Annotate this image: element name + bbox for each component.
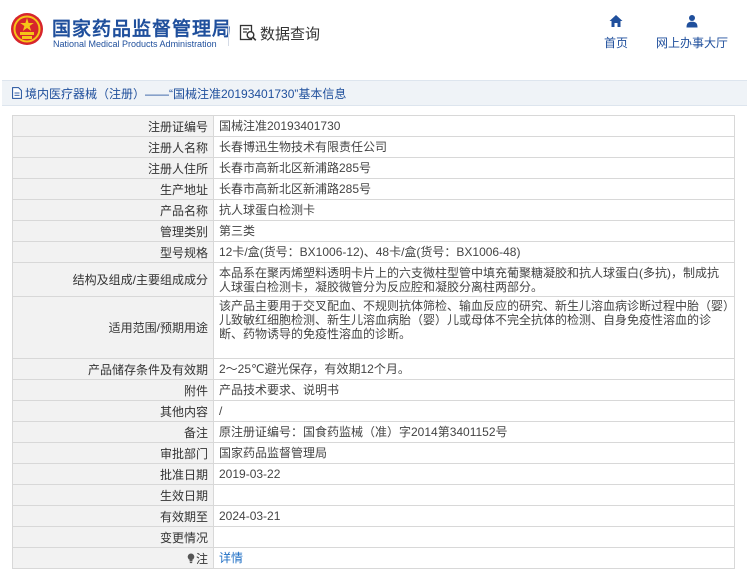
table-row: 变更情况 bbox=[12, 526, 735, 548]
row-label: 生效日期 bbox=[12, 484, 214, 506]
row-label: 有效期至 bbox=[12, 505, 214, 527]
table-row: 管理类别 第三类 bbox=[12, 220, 735, 242]
table-row: 产品储存条件及有效期 2～25℃避光保存，有效期12个月。 bbox=[12, 358, 735, 380]
data-query-label[interactable]: 数据查询 bbox=[239, 23, 320, 43]
row-label: 管理类别 bbox=[12, 220, 214, 242]
row-value: 原注册证编号：国食药监械（准）字2014第3401152号 bbox=[213, 421, 735, 443]
row-label: 备注 bbox=[12, 421, 214, 443]
row-value: 长春市高新北区新浦路285号 bbox=[213, 157, 735, 179]
row-label: 型号规格 bbox=[12, 241, 214, 263]
table-row: 生效日期 bbox=[12, 484, 735, 506]
row-value: 产品技术要求、说明书 bbox=[213, 379, 735, 401]
row-value: 12卡/盒(货号：BX1006-12)、48卡/盒(货号：BX1006-48) bbox=[213, 241, 735, 263]
note-label-text: 注 bbox=[195, 551, 208, 566]
lightbulb-icon bbox=[187, 553, 195, 563]
row-value bbox=[213, 526, 735, 548]
table-row: 审批部门 国家药品监督管理局 bbox=[12, 442, 735, 464]
row-value: 2～25℃避光保存，有效期12个月。 bbox=[213, 358, 735, 380]
row-label: 产品名称 bbox=[12, 199, 214, 221]
national-emblem-icon bbox=[11, 13, 43, 45]
table-row: 注册人名称 长春博迅生物技术有限责任公司 bbox=[12, 136, 735, 158]
row-value: 该产品主要用于交叉配血、不规则抗体筛检、输血反应的研究、新生儿溶血病诊断过程中胎… bbox=[213, 296, 735, 359]
site-title-en: National Medical Products Administration bbox=[53, 39, 217, 49]
row-label: 产品储存条件及有效期 bbox=[12, 358, 214, 380]
note-label: 注 bbox=[12, 547, 214, 569]
breadcrumb-text[interactable]: 境内医疗器械（注册）——“国械注准20193401730”基本信息 bbox=[25, 85, 346, 102]
row-label: 审批部门 bbox=[12, 442, 214, 464]
table-row: 附件 产品技术要求、说明书 bbox=[12, 379, 735, 401]
table-row: 注册证编号 国械注准20193401730 bbox=[12, 115, 735, 137]
row-label: 适用范围/预期用途 bbox=[12, 296, 214, 359]
row-label: 生产地址 bbox=[12, 178, 214, 200]
row-value: 抗人球蛋白检测卡 bbox=[213, 199, 735, 221]
nav-home[interactable]: 首页 bbox=[602, 14, 630, 51]
registration-detail-table: 注册证编号 国械注准20193401730 注册人名称 长春博迅生物技术有限责任… bbox=[12, 115, 735, 569]
home-icon bbox=[609, 15, 623, 27]
row-label: 批准日期 bbox=[12, 463, 214, 485]
user-icon bbox=[686, 15, 698, 28]
row-label: 其他内容 bbox=[12, 400, 214, 422]
table-row: 型号规格 12卡/盒(货号：BX1006-12)、48卡/盒(货号：BX1006… bbox=[12, 241, 735, 263]
row-value: 国械注准20193401730 bbox=[213, 115, 735, 137]
site-header: 国家药品监督管理局 National Medical Products Admi… bbox=[0, 0, 747, 68]
table-row: 有效期至 2024-03-21 bbox=[12, 505, 735, 527]
row-value: 长春市高新北区新浦路285号 bbox=[213, 178, 735, 200]
note-value: 详情 bbox=[213, 547, 735, 569]
table-row: 其他内容 / bbox=[12, 400, 735, 422]
row-value: 长春博迅生物技术有限责任公司 bbox=[213, 136, 735, 158]
row-value: 2024-03-21 bbox=[213, 505, 735, 527]
table-row: 注 详情 bbox=[12, 547, 735, 569]
site-title[interactable]: 国家药品监督管理局 bbox=[52, 14, 232, 41]
row-value: 国家药品监督管理局 bbox=[213, 442, 735, 464]
nav-online-office[interactable]: 网上办事大厅 bbox=[653, 14, 731, 51]
row-label: 结构及组成/主要组成成分 bbox=[12, 262, 214, 297]
table-row: 适用范围/预期用途 该产品主要用于交叉配血、不规则抗体筛检、输血反应的研究、新生… bbox=[12, 296, 735, 359]
nav-home-label: 首页 bbox=[603, 36, 628, 50]
row-label: 注册人名称 bbox=[12, 136, 214, 158]
row-value: 2019-03-22 bbox=[213, 463, 735, 485]
table-row: 批准日期 2019-03-22 bbox=[12, 463, 735, 485]
row-label: 附件 bbox=[12, 379, 214, 401]
nav-online-office-label: 网上办事大厅 bbox=[655, 36, 728, 50]
search-document-icon bbox=[239, 24, 257, 41]
row-value: / bbox=[213, 400, 735, 422]
table-row: 生产地址 长春市高新北区新浦路285号 bbox=[12, 178, 735, 200]
data-query-text: 数据查询 bbox=[260, 25, 321, 43]
table-row: 结构及组成/主要组成成分 本品系在聚丙烯塑料透明卡片上的六支微柱型管中填充葡聚糖… bbox=[12, 262, 735, 297]
row-value: 第三类 bbox=[213, 220, 735, 242]
table-row: 产品名称 抗人球蛋白检测卡 bbox=[12, 199, 735, 221]
header-divider bbox=[228, 20, 229, 46]
document-icon bbox=[12, 87, 22, 99]
row-label: 变更情况 bbox=[12, 526, 214, 548]
row-label: 注册证编号 bbox=[12, 115, 214, 137]
table-row: 备注 原注册证编号：国食药监械（准）字2014第3401152号 bbox=[12, 421, 735, 443]
breadcrumb: 境内医疗器械（注册）——“国械注准20193401730”基本信息 bbox=[2, 80, 747, 106]
row-value bbox=[213, 484, 735, 506]
row-label: 注册人住所 bbox=[12, 157, 214, 179]
row-value: 本品系在聚丙烯塑料透明卡片上的六支微柱型管中填充葡聚糖凝胶和抗人球蛋白(多抗)，… bbox=[213, 262, 735, 297]
table-row: 注册人住所 长春市高新北区新浦路285号 bbox=[12, 157, 735, 179]
details-link[interactable]: 详情 bbox=[219, 551, 243, 565]
